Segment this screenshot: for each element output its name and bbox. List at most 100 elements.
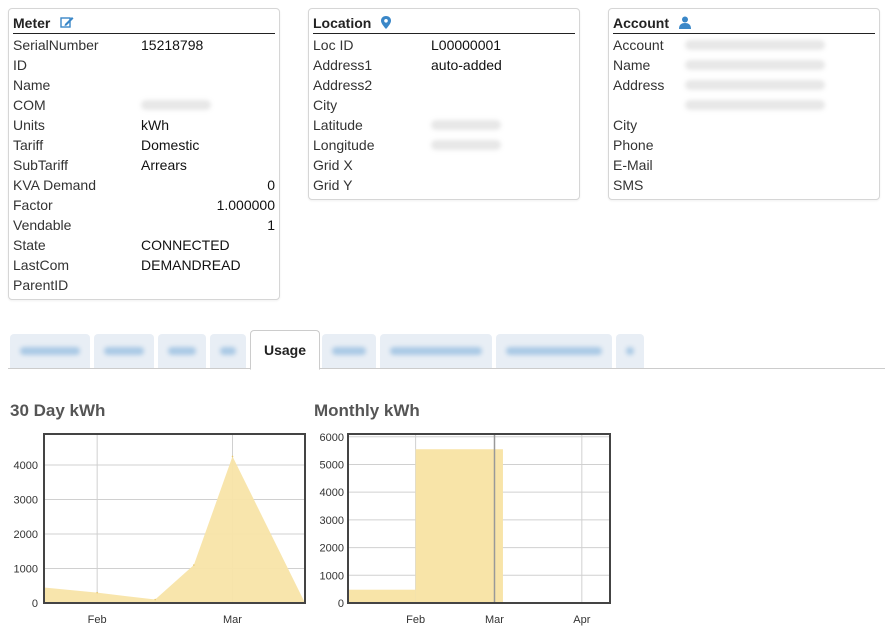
chart-title-30day: 30 Day kWh [10, 401, 106, 420]
meter-field-value: 15218798 [141, 37, 204, 53]
meter-field-label: SerialNumber [13, 37, 99, 53]
location-field-row: Grid Y [313, 175, 575, 195]
meter-panel: Meter SerialNumber 15218798 ID Name COM Units… [8, 8, 280, 300]
redacted-tab-label [220, 347, 236, 355]
meter-field-value: 1 [267, 217, 275, 233]
meter-field-value: Domestic [141, 137, 200, 153]
redacted-value [685, 40, 825, 50]
x-tick-label: Mar [223, 614, 242, 626]
y-tick-label: 3000 [14, 495, 38, 507]
location-panel: Location Loc ID L00000001 Address1 auto-add… [308, 8, 580, 200]
tab-item[interactable] [616, 334, 644, 368]
data-point [231, 455, 234, 458]
map-marker-icon[interactable] [381, 14, 392, 34]
location-field-row: Address2 [313, 75, 575, 95]
tab-divider [8, 368, 885, 369]
meter-field-value: CONNECTED [141, 237, 230, 253]
meter-field-label: ParentID [13, 277, 69, 293]
tab-item[interactable] [158, 334, 206, 368]
meter-field-row: Name [13, 75, 275, 95]
account-field-label: SMS [613, 177, 644, 193]
account-field-row: Phone [613, 135, 875, 155]
meter-field-label: Tariff [13, 137, 44, 153]
location-field-row: Longitude [313, 135, 575, 155]
redacted-tab-label [626, 347, 634, 355]
meter-field-label: COM [13, 97, 46, 113]
tab-item[interactable] [94, 334, 154, 368]
meter-field-row: ID [13, 55, 275, 75]
tab-item[interactable] [322, 334, 376, 368]
y-tick-label: 2000 [320, 543, 344, 555]
account-header: Account [613, 13, 875, 34]
meter-field-row: COM [13, 95, 275, 115]
y-tick-label: 4000 [320, 487, 344, 499]
meter-field-row: Units kWh [13, 115, 275, 135]
meter-field-label: Units [13, 117, 45, 133]
edit-icon[interactable] [60, 14, 74, 34]
location-field-label: Loc ID [313, 37, 354, 53]
redacted-value [431, 140, 501, 150]
bar-feb [415, 449, 503, 603]
meter-field-label: LastCom [13, 257, 70, 273]
meter-field-row: SerialNumber 15218798 [13, 35, 275, 55]
location-header: Location [313, 13, 575, 34]
tab-usage[interactable]: Usage [250, 330, 320, 370]
user-icon[interactable] [678, 14, 691, 34]
tab-item[interactable] [380, 334, 492, 368]
location-field-row: City [313, 95, 575, 115]
tab-item[interactable] [210, 334, 246, 368]
account-title: Account [613, 15, 669, 31]
meter-field-label: SubTariff [13, 157, 68, 173]
redacted-tab-label [390, 347, 482, 355]
location-field-label: Longitude [313, 137, 375, 153]
account-field-row: Account [613, 35, 875, 55]
account-field-label: Phone [613, 137, 654, 153]
location-field-label: Address2 [313, 77, 373, 93]
y-tick-label: 0 [32, 598, 38, 610]
meter-field-label: State [13, 237, 46, 253]
bar-jan [348, 589, 416, 603]
meter-field-row: ParentID [13, 275, 275, 295]
account-field-row: E-Mail [613, 155, 875, 175]
location-field-value: auto-added [431, 57, 502, 73]
meter-title: Meter [13, 15, 51, 31]
redacted-tab-label [20, 347, 80, 355]
account-field-label: E-Mail [613, 157, 653, 173]
account-field-row: Address [613, 75, 875, 95]
meter-field-row: Vendable 1 [13, 215, 275, 235]
meter-field-value: Arrears [141, 157, 187, 173]
location-field-label: Grid X [313, 157, 353, 173]
account-field-label: City [613, 117, 638, 133]
meter-field-label: Vendable [13, 217, 72, 233]
account-field-row [613, 95, 875, 115]
meter-field-label: Factor [13, 197, 53, 213]
tab-item[interactable] [496, 334, 612, 368]
chart-title-monthly: Monthly kWh [314, 401, 420, 420]
y-tick-label: 1000 [14, 564, 38, 576]
meter-field-row: KVA Demand 0 [13, 175, 275, 195]
x-tick-label: Feb [88, 614, 107, 626]
y-tick-label: 4000 [14, 460, 38, 472]
y-tick-label: 6000 [320, 432, 344, 444]
meter-field-row: SubTariff Arrears [13, 155, 275, 175]
meter-field-label: Name [13, 77, 51, 93]
location-field-label: Grid Y [313, 177, 353, 193]
location-field-label: City [313, 97, 338, 113]
meter-field-label: ID [13, 57, 27, 73]
y-tick-label: 1000 [320, 570, 344, 582]
meter-field-value: 1.000000 [216, 197, 275, 213]
redacted-tab-label [104, 347, 144, 355]
data-point [193, 564, 195, 566]
redacted-tab-label [168, 347, 196, 355]
location-field-label: Address1 [313, 57, 373, 73]
tab-item[interactable] [10, 334, 90, 368]
x-tick-label: Apr [573, 614, 590, 626]
redacted-tab-label [506, 347, 602, 355]
meter-field-value: 0 [267, 177, 275, 193]
location-title: Location [313, 15, 372, 31]
location-field-row: Address1 auto-added [313, 55, 575, 75]
redacted-tab-label [332, 347, 366, 355]
tab-bar: Usage [0, 328, 885, 370]
chart-monthly-kwh: 0 1000 2000 3000 4000 5000 6000 Feb Mar Apr [320, 432, 611, 626]
meter-field-value: DEMANDREAD [141, 257, 241, 273]
